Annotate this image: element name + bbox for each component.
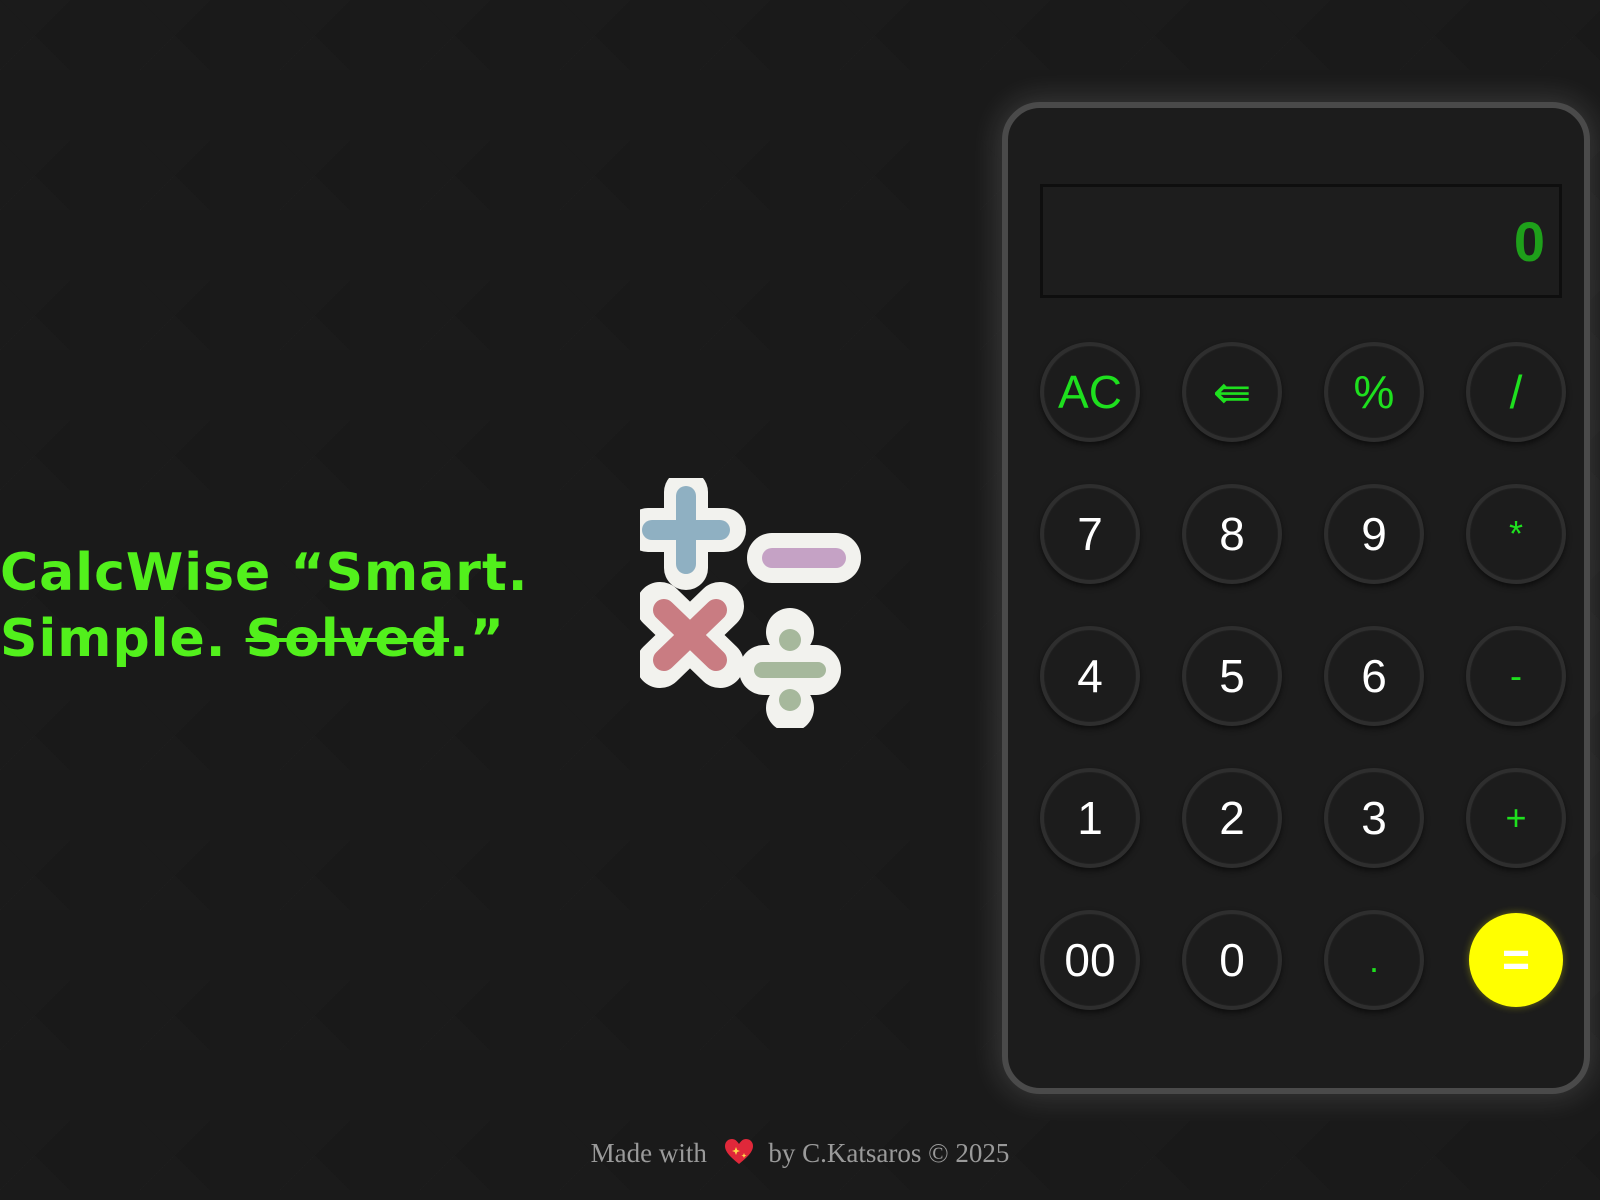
backspace-button[interactable]: ⇚ (1182, 342, 1282, 442)
digit-7-button[interactable]: 7 (1040, 484, 1140, 584)
digit-0-button[interactable]: 0 (1182, 910, 1282, 1010)
times-sticker-icon (640, 582, 744, 688)
tagline-line1: CalcWise “Smart. (0, 543, 529, 603)
equals-button[interactable]: = (1469, 913, 1563, 1007)
calculator: 0 AC ⇚%/7 8 9 * 4 5 6-1 2 3 +00 0. = (1002, 102, 1590, 1094)
calculator-display: 0 (1040, 184, 1562, 298)
digit-1-button[interactable]: 1 (1040, 768, 1140, 868)
digit-6-button[interactable]: 6 (1324, 626, 1424, 726)
double-zero-button[interactable]: 00 (1040, 910, 1140, 1010)
footer-suffix: by C.Katsaros © 2025 (768, 1138, 1010, 1168)
heart-icon (724, 1139, 753, 1164)
tagline-line2-prefix: Simple. (0, 609, 246, 669)
digit-8-button[interactable]: 8 (1182, 484, 1282, 584)
display-value: 0 (1513, 209, 1545, 273)
subtract-button[interactable]: - (1466, 626, 1566, 726)
keypad: AC ⇚%/7 8 9 * 4 5 6-1 2 3 +00 0. = (1040, 342, 1568, 1010)
digit-4-button[interactable]: 4 (1040, 626, 1140, 726)
percent-button[interactable]: % (1324, 342, 1424, 442)
clear-button[interactable]: AC (1040, 342, 1140, 442)
divide-button[interactable]: / (1466, 342, 1566, 442)
decimal-button[interactable]: . (1324, 910, 1424, 1010)
footer: Made with by C.Katsaros © 2025 (0, 1138, 1600, 1169)
plus-sticker-icon (640, 478, 746, 590)
digit-5-button[interactable]: 5 (1182, 626, 1282, 726)
tagline-struck-word: Solved (245, 609, 450, 669)
multiply-button[interactable]: * (1466, 484, 1566, 584)
divide-sticker-icon (739, 608, 841, 728)
footer-prefix: Made with (590, 1138, 707, 1168)
tagline: CalcWise “Smart. Simple. Solved.” (0, 540, 560, 672)
math-operators-icon (640, 478, 861, 728)
digit-3-button[interactable]: 3 (1324, 768, 1424, 868)
digit-9-button[interactable]: 9 (1324, 484, 1424, 584)
add-button[interactable]: + (1466, 768, 1566, 868)
tagline-line2-suffix: .” (449, 609, 505, 669)
digit-2-button[interactable]: 2 (1182, 768, 1282, 868)
